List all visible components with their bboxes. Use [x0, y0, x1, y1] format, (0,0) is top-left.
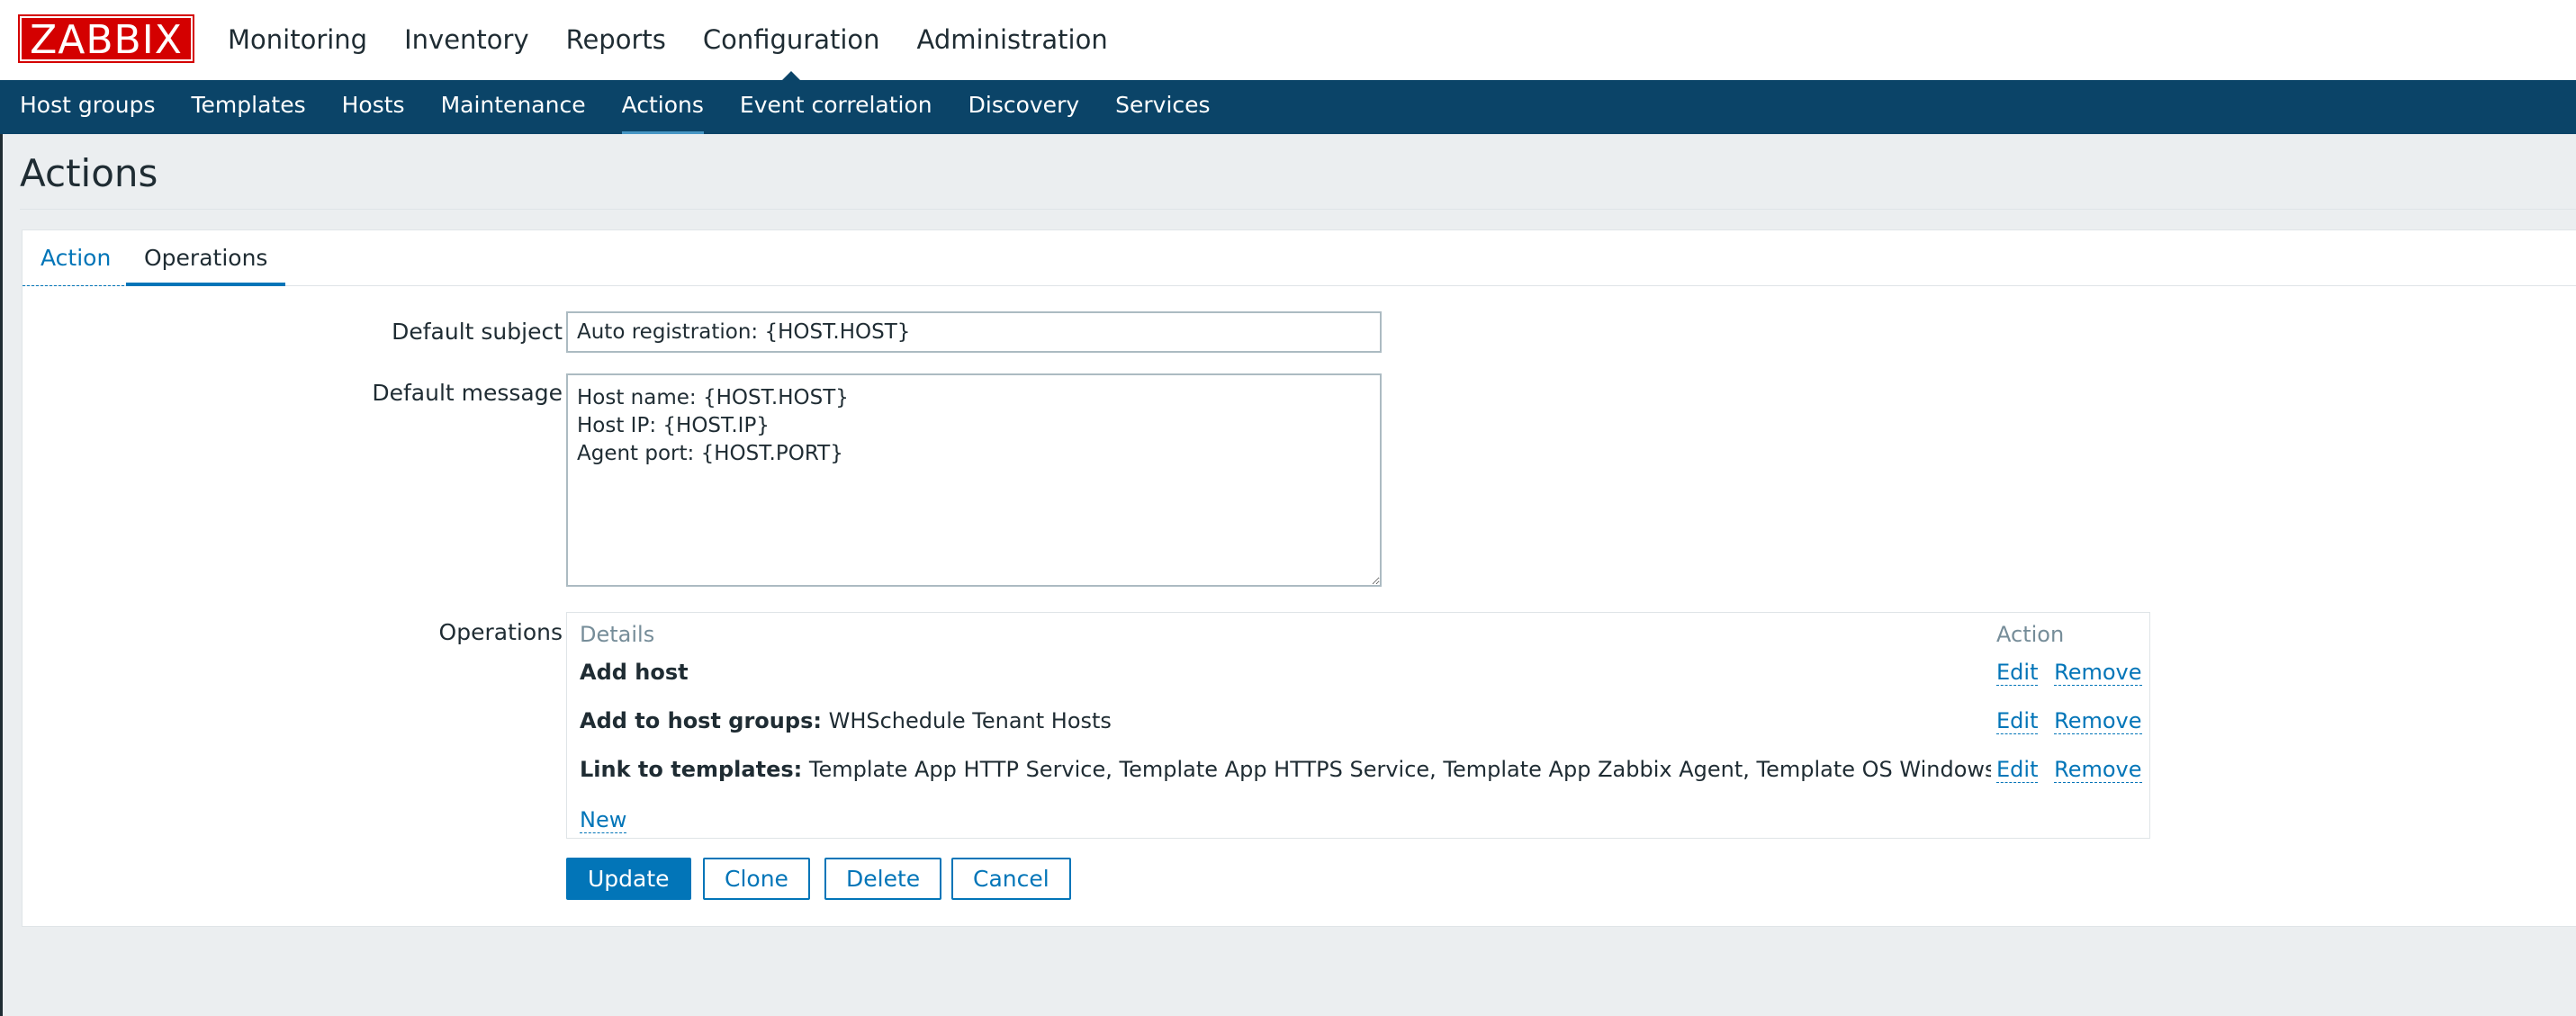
operation-actions: Edit Remove — [1996, 708, 2151, 734]
operation-row: Add host — [580, 660, 689, 685]
remove-link[interactable]: Remove — [2054, 708, 2142, 734]
operation-actions: Edit Remove — [1996, 757, 2151, 783]
submenu-services[interactable]: Services — [1115, 80, 1210, 134]
operation-title: Add to host groups: — [580, 708, 822, 733]
window-edge — [0, 134, 3, 1016]
top-header: ZABBIX Monitoring Inventory Reports Conf… — [0, 0, 2576, 80]
delete-button[interactable]: Delete — [824, 858, 942, 900]
clone-button[interactable]: Clone — [703, 858, 810, 900]
tab-action[interactable]: Action — [23, 230, 130, 286]
new-operation-link[interactable]: New — [580, 807, 627, 833]
default-message-textarea[interactable]: Host name: {HOST.HOST} Host IP: {HOST.IP… — [566, 373, 1382, 587]
submenu-hosts[interactable]: Hosts — [342, 80, 405, 134]
remove-link[interactable]: Remove — [2054, 660, 2142, 686]
operation-row: Link to templates: Template App HTTP Ser… — [580, 757, 1991, 782]
col-details-header: Details — [580, 622, 655, 647]
submenu-host-groups[interactable]: Host groups — [20, 80, 156, 134]
menu-monitoring[interactable]: Monitoring — [228, 0, 367, 80]
zabbix-logo[interactable]: ZABBIX — [18, 14, 194, 63]
menu-inventory[interactable]: Inventory — [404, 0, 529, 80]
default-subject-label: Default subject — [392, 319, 563, 345]
submenu-event-correlation[interactable]: Event correlation — [740, 80, 932, 134]
menu-reports[interactable]: Reports — [566, 0, 666, 80]
submenu-templates[interactable]: Templates — [192, 80, 306, 134]
cancel-button[interactable]: Cancel — [951, 858, 1071, 900]
page-title: Actions — [20, 151, 158, 195]
operation-row: Add to host groups: WHSchedule Tenant Ho… — [580, 708, 1112, 733]
menu-configuration[interactable]: Configuration — [703, 0, 880, 80]
col-action-header: Action — [1996, 622, 2065, 647]
default-subject-input[interactable] — [566, 311, 1382, 353]
menu-administration[interactable]: Administration — [917, 0, 1108, 80]
operations-label: Operations — [438, 619, 563, 645]
operation-detail: WHSchedule Tenant Hosts — [821, 708, 1112, 733]
submenu-discovery[interactable]: Discovery — [968, 80, 1080, 134]
operation-actions: Edit Remove — [1996, 660, 2151, 686]
submenu-actions[interactable]: Actions — [621, 80, 705, 134]
operation-title: Add host — [580, 660, 689, 685]
operation-detail: Template App HTTP Service, Template App … — [802, 757, 1991, 782]
update-button[interactable]: Update — [566, 858, 691, 900]
default-message-label: Default message — [372, 380, 563, 406]
edit-link[interactable]: Edit — [1996, 757, 2039, 783]
main-menu: Monitoring Inventory Reports Configurati… — [228, 0, 1145, 80]
operation-title: Link to templates: — [580, 757, 803, 782]
edit-link[interactable]: Edit — [1996, 708, 2039, 734]
tab-operations[interactable]: Operations — [126, 230, 286, 286]
edit-link[interactable]: Edit — [1996, 660, 2039, 686]
title-divider — [20, 209, 2576, 210]
sub-menu: Host groups Templates Hosts Maintenance … — [0, 80, 2576, 134]
form-tabs: Action Operations — [23, 230, 2576, 286]
remove-link[interactable]: Remove — [2054, 757, 2142, 783]
action-form: Action Operations Default subject Defaul… — [22, 229, 2576, 927]
submenu-maintenance[interactable]: Maintenance — [441, 80, 586, 134]
operations-table: Details Action Add host Edit Remove Add … — [566, 612, 2150, 839]
